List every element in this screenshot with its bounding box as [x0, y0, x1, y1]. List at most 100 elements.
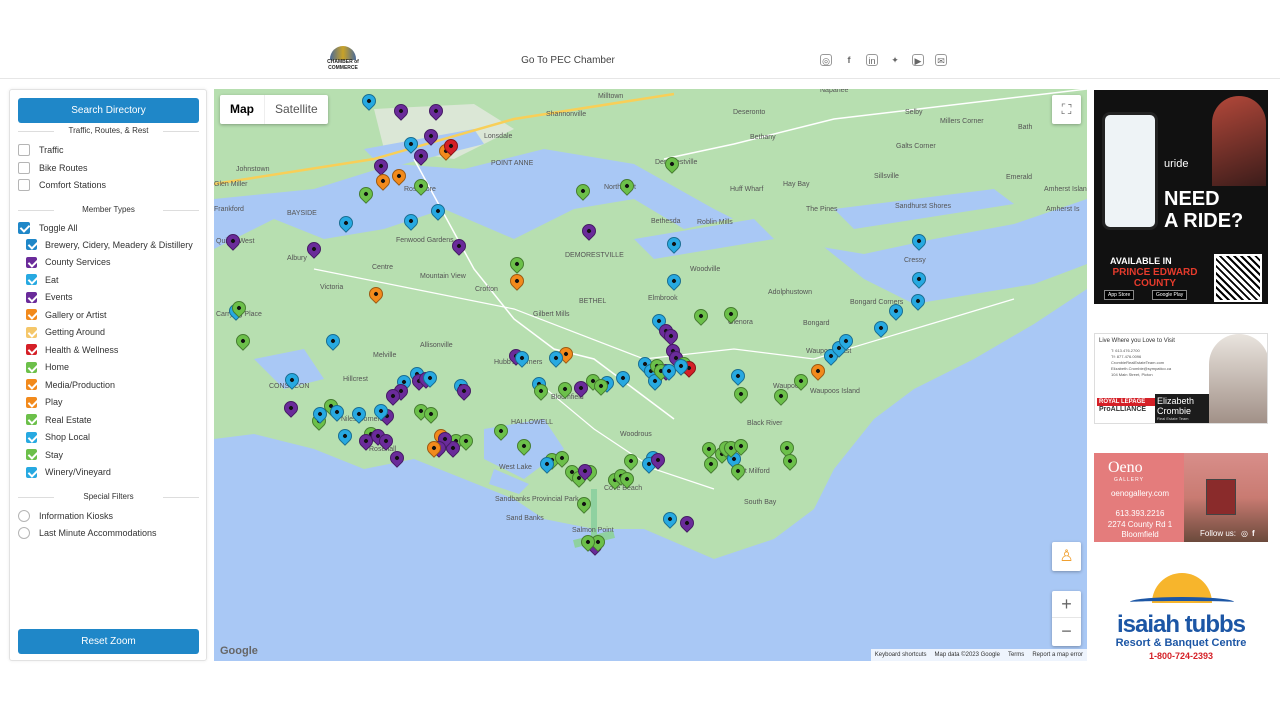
map-tab[interactable]: Map [220, 95, 265, 124]
satellite-tab[interactable]: Satellite [265, 95, 328, 124]
traffic-option[interactable]: Traffic [18, 144, 64, 156]
agent-photo [1209, 334, 1267, 423]
comfort-stations-checkbox[interactable] [18, 179, 30, 191]
place-label: Sandbanks Provincial Park [495, 496, 579, 503]
member-type-checkbox[interactable] [26, 361, 37, 373]
instagram-icon[interactable]: ◎ [820, 54, 832, 66]
linkedin-icon[interactable]: in [866, 54, 878, 66]
royal-lepage-address: 104 Main Street, Picton [1111, 372, 1153, 377]
member-type-option[interactable]: Brewery, Cidery, Meadery & Distillery [26, 239, 193, 250]
member-type-checkbox[interactable] [26, 274, 37, 285]
map-canvas[interactable]: Milltown Napanee Shannonville Deseronto Selb… [214, 89, 1087, 661]
member-type-checkbox[interactable] [26, 344, 37, 355]
bike-routes-option[interactable]: Bike Routes [18, 162, 88, 174]
place-label: West Lake [499, 464, 532, 471]
place-label: Cove Beach [604, 485, 643, 492]
place-label: Waupoos Island [810, 388, 860, 395]
toggle-all-checkbox[interactable] [18, 222, 30, 234]
member-type-checkbox[interactable] [26, 431, 37, 443]
facebook-icon[interactable]: f [843, 54, 855, 66]
terms-link[interactable]: Terms [1008, 649, 1024, 661]
member-type-option[interactable]: County Services [26, 256, 111, 268]
member-type-checkbox[interactable] [26, 239, 37, 250]
youtube-icon[interactable]: ▶ [912, 54, 924, 66]
place-label: Albury [287, 255, 307, 262]
last-minute-accommodations-radio[interactable] [18, 527, 30, 539]
uride-ad[interactable]: uride NEED A RIDE? AVAILABLE IN PRINCE E… [1094, 90, 1268, 304]
member-type-checkbox[interactable] [26, 256, 37, 268]
member-type-option[interactable]: Getting Around [26, 326, 106, 338]
member-type-option[interactable]: Gallery or Artist [26, 309, 107, 320]
member-type-option[interactable]: Play [26, 396, 63, 408]
member-type-option[interactable]: Home [26, 361, 69, 373]
facebook-icon[interactable]: f [1252, 529, 1255, 538]
member-type-label: Brewery, Cidery, Meadery & Distillery [45, 239, 193, 250]
information-kiosks-option[interactable]: Information Kiosks [18, 510, 113, 522]
last-minute-accommodations-option[interactable]: Last Minute Accommodations [18, 527, 157, 539]
go-to-chamber-link[interactable]: Go To PEC Chamber [468, 55, 668, 66]
royal-lepage-ad[interactable]: Live Where you Love to Visit T: 613.476.… [1094, 333, 1268, 424]
member-type-checkbox[interactable] [26, 466, 37, 478]
member-type-label: Media/Production [45, 379, 116, 390]
place-label: Amherst Island [1044, 186, 1087, 193]
fullscreen-icon[interactable]: ⛶ [1052, 95, 1081, 124]
member-type-label: Getting Around [45, 327, 106, 337]
place-label: Crofton [475, 286, 498, 293]
member-type-option[interactable]: Stay [26, 449, 63, 460]
proalliance-brand: ProALLIANCE [1099, 406, 1147, 413]
zoom-out-button[interactable]: − [1052, 618, 1081, 645]
comfort-stations-option[interactable]: Comfort Stations [18, 179, 106, 191]
member-type-checkbox[interactable] [26, 379, 37, 390]
traffic-checkbox[interactable] [18, 144, 30, 156]
logo-emblem [330, 46, 356, 60]
member-type-option[interactable]: Winery/Vineyard [26, 466, 111, 478]
member-type-checkbox[interactable] [26, 309, 37, 320]
logo-text: CHAMBER of COMMERCE [327, 59, 359, 71]
place-label: Johnstown [236, 166, 270, 173]
place-label: Fenwood Gardens [396, 237, 454, 244]
member-type-label: Real Estate [45, 414, 92, 425]
member-type-label: Stay [45, 449, 64, 460]
place-label: Cressy [904, 257, 926, 264]
isaiah-tubbs-phone: 1-800-724-2393 [1148, 651, 1214, 661]
chamber-logo[interactable]: CHAMBER of COMMERCE [326, 46, 360, 74]
member-type-option[interactable]: Eat [26, 274, 59, 285]
oeno-subtitle: GALLERY [1114, 477, 1144, 483]
member-type-option[interactable]: Events [26, 291, 73, 303]
search-directory-button[interactable]: Search Directory [18, 98, 199, 123]
street-view-pegman-icon[interactable]: ♙ [1052, 542, 1081, 571]
member-type-option[interactable]: Shop Local [26, 431, 90, 443]
email-icon[interactable]: ✉ [935, 54, 947, 66]
member-type-label: Events [45, 292, 73, 302]
oeno-gallery-ad[interactable]: Oeno GALLERY oenogallery.com 613.393.221… [1094, 453, 1268, 542]
isaiah-tubbs-subtitle: Resort & Banquet Centre [1115, 637, 1247, 649]
member-type-checkbox[interactable] [26, 414, 37, 425]
instagram-icon[interactable]: ◎ [1241, 529, 1248, 538]
keyboard-shortcuts-link[interactable]: Keyboard shortcuts [875, 649, 927, 661]
isaiah-tubbs-ad[interactable]: isaiah tubbs Resort & Banquet Centre 1-8… [1094, 571, 1268, 662]
bike-routes-label: Bike Routes [39, 163, 88, 173]
map-type-toggle: Map Satellite [220, 95, 328, 124]
twitter-icon[interactable]: ✦ [889, 54, 901, 66]
place-label: Milltown [598, 93, 624, 100]
qr-code [1214, 254, 1262, 302]
place-label: Huff Wharf [730, 186, 764, 193]
place-label: Victoria [320, 284, 344, 291]
place-label: Hay Bay [783, 181, 810, 188]
member-type-option[interactable]: Real Estate [26, 414, 92, 425]
member-type-option[interactable]: Health & Wellness [26, 344, 118, 355]
member-type-checkbox[interactable] [26, 291, 37, 303]
zoom-in-button[interactable]: + [1052, 591, 1081, 618]
place-label: Lonsdale [484, 133, 513, 140]
member-type-checkbox[interactable] [26, 449, 37, 460]
member-type-checkbox[interactable] [26, 326, 37, 338]
information-kiosks-radio[interactable] [18, 510, 30, 522]
social-icons: ◎ f in ✦ ▶ ✉ [820, 54, 947, 66]
toggle-all-option[interactable]: Toggle All [18, 222, 78, 234]
report-error-link[interactable]: Report a map error [1032, 649, 1083, 661]
reset-zoom-button[interactable]: Reset Zoom [18, 629, 199, 654]
place-label: Shannonville [546, 111, 587, 118]
member-type-checkbox[interactable] [26, 396, 37, 408]
member-type-option[interactable]: Media/Production [26, 379, 115, 390]
bike-routes-checkbox[interactable] [18, 162, 30, 174]
